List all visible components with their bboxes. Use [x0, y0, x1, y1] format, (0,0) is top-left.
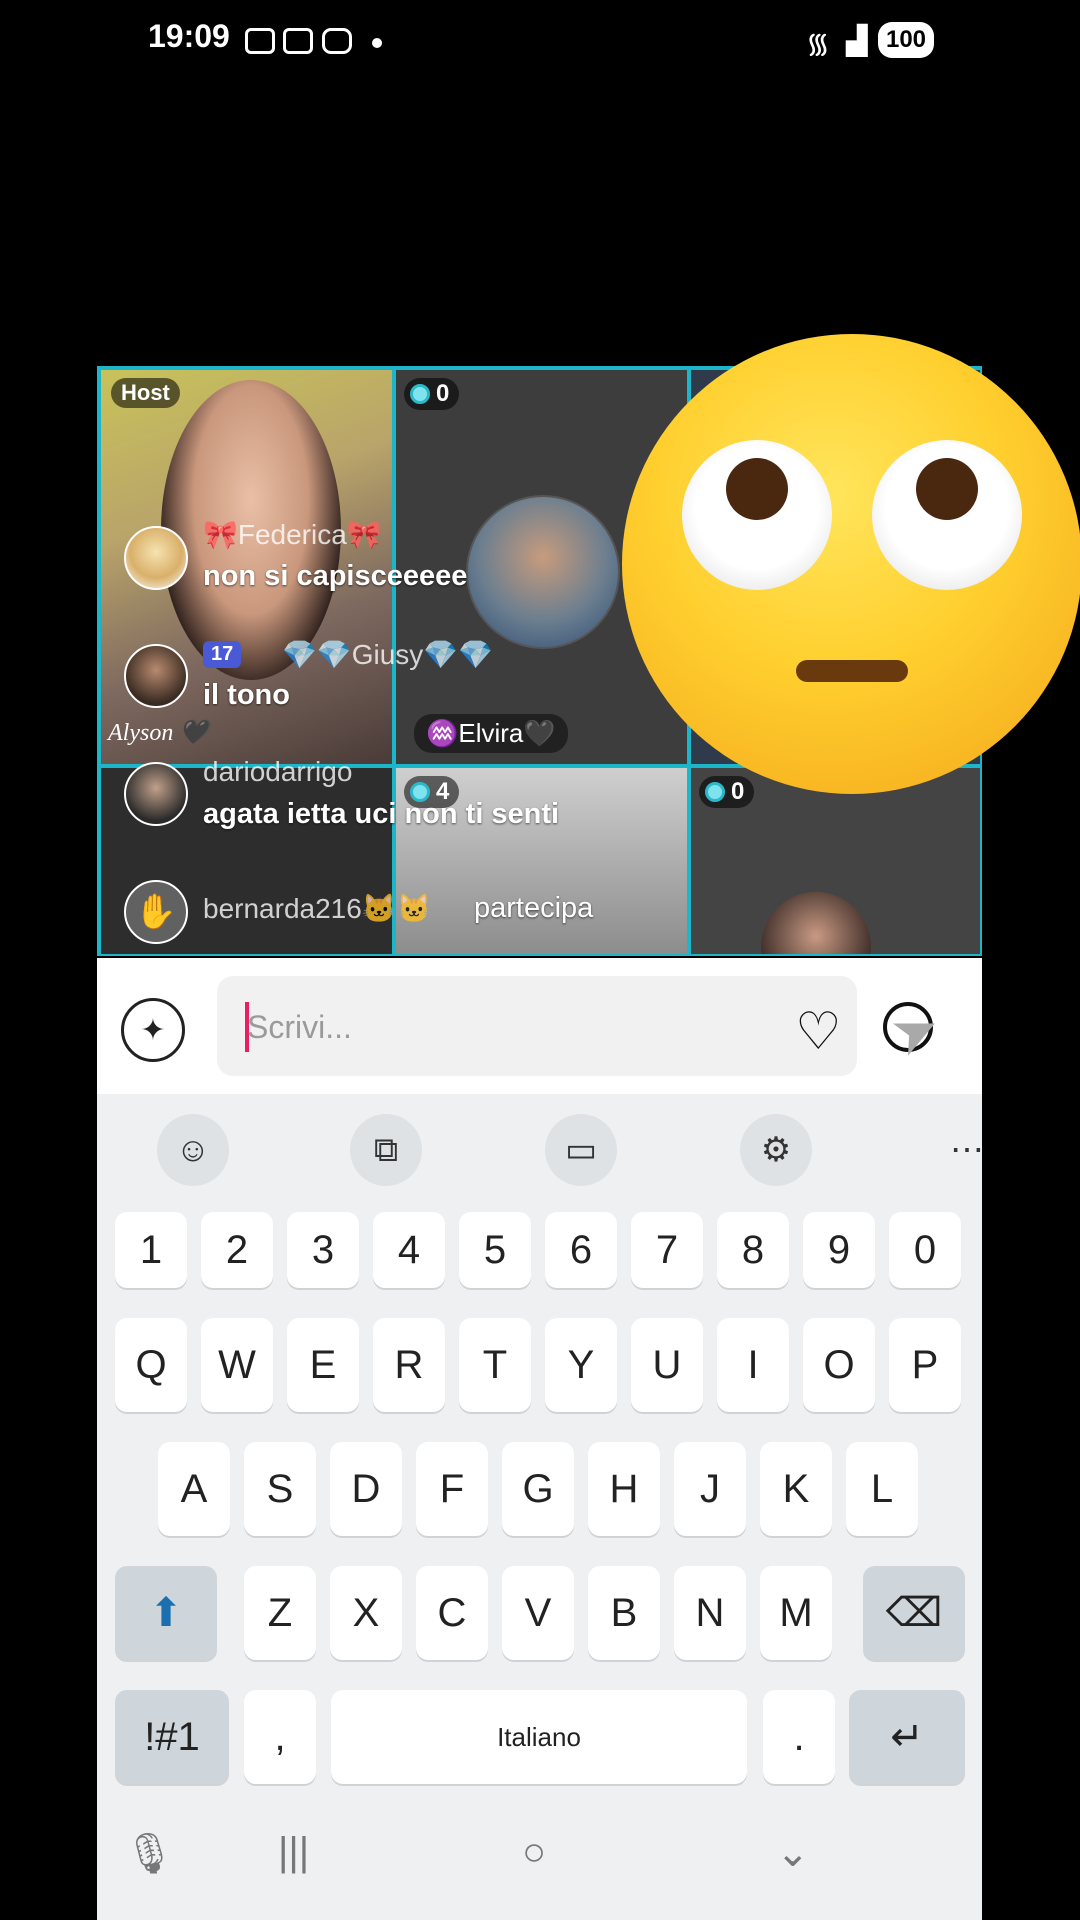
chat-avatar[interactable]: [124, 526, 188, 590]
instagram-icon: [322, 28, 352, 54]
key-i[interactable]: I: [717, 1318, 789, 1412]
more-icon[interactable]: ⋯: [931, 1114, 1003, 1186]
comma-key[interactable]: ,: [244, 1690, 316, 1784]
key-0[interactable]: 0: [889, 1212, 961, 1288]
key-t[interactable]: T: [459, 1318, 531, 1412]
key-u[interactable]: U: [631, 1318, 703, 1412]
chat-message: agata ietta uci non ti senti: [203, 798, 560, 830]
host-name-tag: Alyson 🖤: [108, 720, 210, 746]
wifi-icon: ᯾: [806, 28, 830, 59]
key-z[interactable]: Z: [244, 1566, 316, 1660]
wave-icon[interactable]: ✋: [124, 880, 188, 944]
key-2[interactable]: 2: [201, 1212, 273, 1288]
key-5[interactable]: 5: [459, 1212, 531, 1288]
key-q[interactable]: Q: [115, 1318, 187, 1412]
key-y[interactable]: Y: [545, 1318, 617, 1412]
screen-record-icon: [245, 28, 275, 54]
gift-count: 0: [436, 380, 450, 407]
key-4[interactable]: 4: [373, 1212, 445, 1288]
signal-icon: ▟: [846, 25, 868, 56]
key-a[interactable]: A: [158, 1442, 230, 1536]
sparkle-icon[interactable]: ✦: [121, 998, 185, 1062]
key-p[interactable]: P: [889, 1318, 961, 1412]
chat-message: il tono: [203, 679, 290, 711]
key-c[interactable]: C: [416, 1566, 488, 1660]
key-9[interactable]: 9: [803, 1212, 875, 1288]
chat-username: bernarda216🐱🐱: [203, 893, 432, 924]
chat-avatar[interactable]: [124, 644, 188, 708]
home-button[interactable]: ○: [522, 1830, 546, 1875]
guest-video-tile-4[interactable]: 4: [394, 766, 689, 954]
key-s[interactable]: S: [244, 1442, 316, 1536]
settings-icon[interactable]: ⚙: [740, 1114, 812, 1186]
gem-icon: [705, 782, 725, 802]
chat-message: non si capisceeeee: [203, 560, 468, 592]
key-v[interactable]: V: [502, 1566, 574, 1660]
recents-button[interactable]: |||: [278, 1830, 309, 1875]
symbols-key[interactable]: !#1: [115, 1690, 229, 1784]
eye-roll-emoji-icon: [622, 334, 1080, 794]
clipboard-icon[interactable]: ▭: [545, 1114, 617, 1186]
key-1[interactable]: 1: [115, 1212, 187, 1288]
participant-name-tag: ♒Elvira🖤: [414, 714, 568, 753]
key-g[interactable]: G: [502, 1442, 574, 1536]
key-k[interactable]: K: [760, 1442, 832, 1536]
translate-icon[interactable]: ⧉: [350, 1114, 422, 1186]
key-r[interactable]: R: [373, 1318, 445, 1412]
key-j[interactable]: J: [674, 1442, 746, 1536]
screen-capture-icon: [283, 28, 313, 54]
chat-username: 🎀Federica🎀: [203, 519, 382, 550]
key-8[interactable]: 8: [717, 1212, 789, 1288]
chat-username: 💎💎Giusy💎💎: [282, 639, 494, 670]
key-b[interactable]: B: [588, 1566, 660, 1660]
gift-count-badge: 0: [404, 378, 460, 410]
guest-avatar: [466, 495, 620, 649]
emoji-icon[interactable]: ☺: [157, 1114, 229, 1186]
back-button[interactable]: ⌄: [776, 1830, 810, 1876]
key-f[interactable]: F: [416, 1442, 488, 1536]
comment-composer: ✦ ♡ ➤: [97, 958, 982, 1094]
key-h[interactable]: H: [588, 1442, 660, 1536]
chat-join-notice: partecipa: [474, 892, 594, 924]
enter-key[interactable]: ↵: [849, 1690, 965, 1784]
microphone-icon[interactable]: 🎙: [124, 1830, 175, 1877]
user-level-badge: 17: [203, 641, 242, 668]
message-field[interactable]: ♡: [217, 976, 933, 1076]
space-key[interactable]: Italiano: [331, 1690, 747, 1784]
comment-input[interactable]: [245, 1004, 689, 1050]
gift-count: 0: [731, 778, 745, 805]
key-d[interactable]: D: [330, 1442, 402, 1536]
notification-dot-icon: [372, 38, 382, 48]
guest-avatar: [761, 892, 871, 954]
send-icon[interactable]: ➤: [880, 991, 950, 1071]
heart-icon[interactable]: ♡: [795, 1002, 842, 1062]
key-n[interactable]: N: [674, 1566, 746, 1660]
shift-key[interactable]: ⬆: [115, 1566, 217, 1660]
chat-avatar[interactable]: [124, 762, 188, 826]
key-m[interactable]: M: [760, 1566, 832, 1660]
gem-icon: [410, 384, 430, 404]
key-o[interactable]: O: [803, 1318, 875, 1412]
battery-indicator: 100: [878, 22, 934, 58]
guest-video-tile-5[interactable]: 0: [689, 766, 980, 954]
key-l[interactable]: L: [846, 1442, 918, 1536]
key-e[interactable]: E: [287, 1318, 359, 1412]
key-3[interactable]: 3: [287, 1212, 359, 1288]
key-7[interactable]: 7: [631, 1212, 703, 1288]
keyboard: ☺ ⧉ ▭ ⚙ ⋯ 1 2 3 4 5 6 7 8 9 0 Q W E R T Y U I O P A S D F G H J K L ⬆ Z X C V…: [97, 1094, 984, 1920]
gift-count-badge: 0: [699, 776, 755, 808]
status-time: 19:09: [148, 18, 230, 54]
key-6[interactable]: 6: [545, 1212, 617, 1288]
chat-username: dariodarrigo: [203, 756, 353, 787]
backspace-key[interactable]: ⌫: [863, 1566, 965, 1660]
host-badge: Host: [111, 378, 180, 408]
key-w[interactable]: W: [201, 1318, 273, 1412]
key-x[interactable]: X: [330, 1566, 402, 1660]
period-key[interactable]: .: [763, 1690, 835, 1784]
